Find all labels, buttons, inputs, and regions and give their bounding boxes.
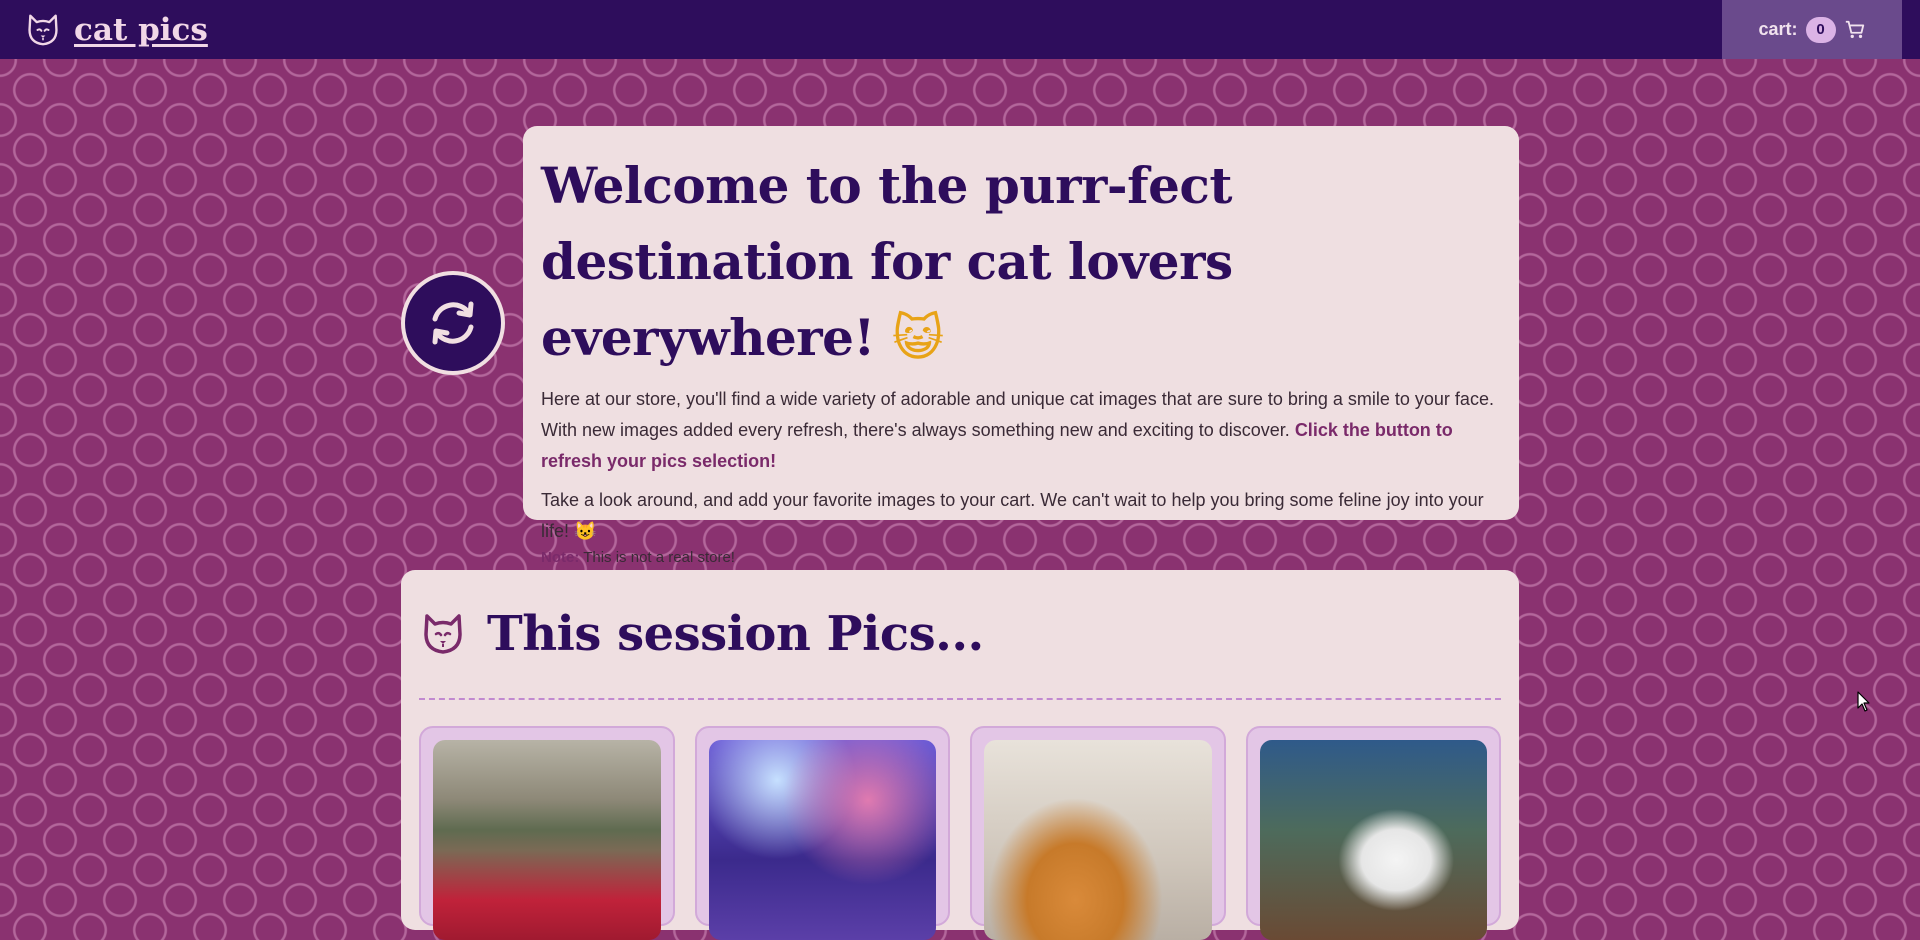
- pic-card[interactable]: [1245, 726, 1501, 940]
- welcome-title: Welcome to the purr-fect destination for…: [541, 148, 1501, 376]
- welcome-paragraph-2: Take a look around, and add your favorit…: [541, 485, 1501, 547]
- welcome-paragraph: Here at our store, you'll find a wide va…: [541, 384, 1501, 477]
- cat-image[interactable]: [708, 740, 936, 940]
- cart-button[interactable]: cart: 0: [1722, 0, 1902, 59]
- shopping-cart-icon: [1845, 20, 1864, 38]
- brand-link[interactable]: cat pics: [24, 11, 208, 49]
- store-note: Note: This is not a real store!: [541, 549, 1501, 566]
- refresh-button[interactable]: [401, 271, 505, 375]
- cat-face-icon: [28, 14, 58, 45]
- brand-title: cat pics: [74, 11, 208, 48]
- mouse-cursor-icon: [1857, 691, 1870, 712]
- pic-card[interactable]: [970, 726, 1226, 940]
- cat-image[interactable]: [433, 740, 661, 940]
- session-pics-card: This session Pics...: [401, 570, 1519, 940]
- cat-image[interactable]: [984, 740, 1212, 940]
- smiling-cat-emoji: 😺: [574, 521, 597, 541]
- welcome-card: Welcome to the purr-fect destination for…: [523, 126, 1519, 566]
- cart-label: cart:: [1758, 19, 1798, 39]
- pic-card[interactable]: [419, 726, 675, 940]
- pic-card[interactable]: [694, 726, 950, 940]
- section-divider: [419, 698, 1501, 700]
- cat-face-icon: [424, 614, 462, 654]
- session-title: This session Pics...: [487, 606, 984, 662]
- grinning-cat-emoji: 😺: [891, 309, 944, 367]
- note-text: This is not a real store!: [579, 549, 735, 566]
- note-label: Note:: [541, 549, 580, 566]
- welcome-title-text: Welcome to the purr-fect destination for…: [541, 156, 1233, 367]
- session-header: This session Pics...: [419, 570, 1501, 698]
- cat-image[interactable]: [1259, 740, 1487, 940]
- pics-grid: [419, 726, 1501, 940]
- top-navbar: cat pics cart: 0: [0, 0, 1920, 59]
- welcome-paragraph-2-text: Take a look around, and add your favorit…: [541, 490, 1484, 541]
- refresh-arrows-icon: [432, 301, 474, 345]
- cart-count-badge: 0: [1805, 16, 1836, 43]
